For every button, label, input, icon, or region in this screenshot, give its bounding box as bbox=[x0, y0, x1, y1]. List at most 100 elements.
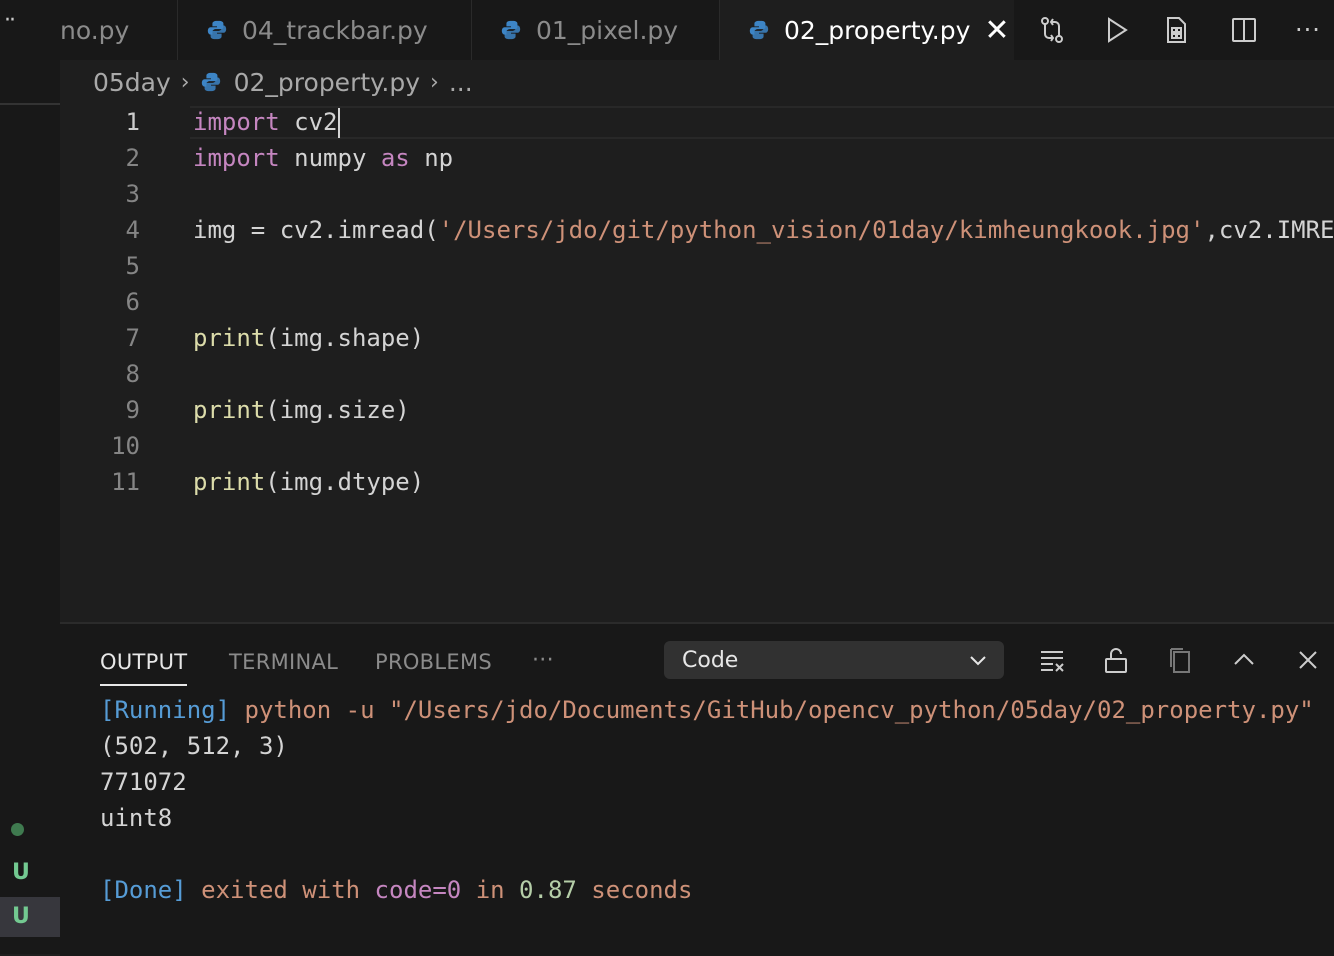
breadcrumb-file[interactable]: 02_property.py bbox=[200, 68, 420, 97]
code-token: print bbox=[193, 396, 266, 424]
code-token: (img.size) bbox=[265, 396, 410, 424]
code-token: ,cv2.IMRE bbox=[1204, 216, 1334, 244]
output-channel-select[interactable]: Code bbox=[664, 641, 1004, 679]
code-token: print bbox=[193, 324, 266, 352]
elapsed-time: 0.87 bbox=[519, 876, 577, 904]
code-text: print(img.dtype) bbox=[193, 464, 424, 500]
preview-file-icon[interactable] bbox=[1156, 10, 1196, 50]
line-number: 7 bbox=[125, 324, 140, 352]
exit-code: code=0 bbox=[374, 876, 462, 904]
chevron-right-icon: › bbox=[430, 69, 439, 95]
code-text: print(img.shape) bbox=[193, 320, 424, 356]
python-icon bbox=[501, 20, 521, 40]
text-cursor bbox=[337, 108, 340, 138]
code-line[interactable]: 11 print(img.dtype) bbox=[60, 464, 1334, 500]
tab-property-active[interactable]: 02_property.py ✕ bbox=[720, 0, 1014, 60]
compare-changes-icon[interactable] bbox=[1032, 10, 1072, 50]
sidebar-menu-icon[interactable]: ·· bbox=[4, 8, 16, 33]
python-icon bbox=[201, 72, 220, 92]
code-token: (img.shape) bbox=[265, 324, 425, 352]
line-number: 4 bbox=[125, 216, 140, 244]
tab-label: no.py bbox=[60, 15, 130, 45]
done-text: exited with bbox=[186, 876, 375, 904]
code-line[interactable]: 9 print(img.size) bbox=[60, 392, 1334, 428]
breadcrumb-file-label: 02_property.py bbox=[233, 67, 420, 97]
line-number: 9 bbox=[125, 396, 140, 424]
open-in-editor-icon[interactable] bbox=[1162, 642, 1198, 678]
breadcrumb: 05day › 02_property.py › ... bbox=[60, 60, 1334, 104]
tab-problems[interactable]: PROBLEMS bbox=[375, 650, 492, 674]
code-token: print bbox=[193, 468, 266, 496]
code-line[interactable]: 2 import numpy as np bbox=[60, 140, 1334, 176]
code-line[interactable]: 3 bbox=[60, 176, 1334, 212]
code-token: import bbox=[193, 144, 280, 172]
running-command: python -u "/Users/jdo/Documents/GitHub/o… bbox=[230, 696, 1314, 724]
close-panel-icon[interactable] bbox=[1290, 642, 1326, 678]
output-running-line: [Running] python -u "/Users/jdo/Document… bbox=[100, 692, 1314, 728]
line-number: 8 bbox=[125, 360, 140, 388]
line-number: 2 bbox=[125, 144, 140, 172]
line-number: 10 bbox=[111, 432, 140, 460]
clear-output-icon[interactable] bbox=[1034, 642, 1070, 678]
tab-label: 01_pixel.py bbox=[536, 15, 679, 45]
code-line[interactable]: 7 print(img.shape) bbox=[60, 320, 1334, 356]
code-token: cv2 bbox=[279, 108, 338, 136]
tab-output[interactable]: OUTPUT bbox=[100, 650, 188, 686]
code-line[interactable]: 10 bbox=[60, 428, 1334, 464]
line-number: 3 bbox=[125, 180, 140, 208]
more-actions-icon[interactable]: ··· bbox=[1288, 10, 1328, 50]
code-token: img = cv2.imread( bbox=[193, 216, 439, 244]
code-token: import bbox=[193, 108, 280, 136]
tab-terminal[interactable]: TERMINAL bbox=[229, 650, 338, 674]
output-line-dtype: uint8 bbox=[100, 804, 173, 832]
close-tab-icon[interactable]: ✕ bbox=[984, 13, 1009, 48]
code-token: (img.dtype) bbox=[265, 468, 425, 496]
breadcrumb-symbol[interactable]: ... bbox=[449, 68, 473, 97]
git-status-untracked-selected[interactable]: U bbox=[0, 897, 60, 937]
editor-tab-bar: no.py 04_trackbar.py 01_pixel.py 02_prop… bbox=[60, 0, 1334, 60]
tab-no-py[interactable]: no.py bbox=[60, 0, 178, 60]
output-line-size: 771072 bbox=[100, 768, 187, 796]
tab-pixel[interactable]: 01_pixel.py bbox=[472, 0, 720, 60]
code-token: numpy bbox=[279, 144, 381, 172]
status-dot-icon bbox=[11, 823, 24, 836]
breadcrumb-folder[interactable]: 05day bbox=[93, 68, 171, 97]
tab-label: 04_trackbar.py bbox=[242, 15, 428, 45]
python-icon bbox=[749, 20, 769, 40]
line-number: 11 bbox=[111, 468, 140, 496]
done-tag: [Done] bbox=[100, 876, 187, 904]
run-icon[interactable] bbox=[1096, 10, 1136, 50]
code-token: as bbox=[380, 144, 410, 172]
output-panel: OUTPUT TERMINAL PROBLEMS ··· Code [Runni… bbox=[60, 622, 1334, 956]
python-icon bbox=[207, 20, 227, 40]
code-line[interactable]: 1 import cv2 bbox=[60, 104, 1334, 140]
code-token: np bbox=[409, 144, 454, 172]
code-token: '/Users/jdo/git/python_vision/01day/kimh… bbox=[438, 216, 1205, 244]
code-line[interactable]: 6 bbox=[60, 284, 1334, 320]
tab-label: 02_property.py bbox=[784, 15, 971, 45]
output-channel-value: Code bbox=[682, 647, 739, 673]
code-editor[interactable]: 1 import cv2 2 import numpy as np 3 4 img = cv… bbox=[60, 104, 1334, 622]
code-text: print(img.size) bbox=[193, 392, 410, 428]
line-number: 5 bbox=[125, 252, 140, 280]
code-text: import numpy as np bbox=[193, 140, 453, 176]
line-number: 6 bbox=[125, 288, 140, 316]
tab-trackbar[interactable]: 04_trackbar.py bbox=[178, 0, 472, 60]
running-tag: [Running] bbox=[100, 696, 231, 724]
code-text: img = cv2.imread('/Users/jdo/git/python_… bbox=[193, 212, 1334, 248]
code-line[interactable]: 8 bbox=[60, 356, 1334, 392]
output-done-line: [Done] exited with code=0 in 0.87 second… bbox=[100, 872, 692, 908]
done-text: in bbox=[461, 876, 520, 904]
maximize-panel-icon[interactable] bbox=[1226, 642, 1262, 678]
chevron-right-icon: › bbox=[180, 69, 190, 95]
split-editor-icon[interactable] bbox=[1224, 10, 1264, 50]
git-status-untracked[interactable]: U bbox=[12, 860, 30, 885]
code-text: import cv2 bbox=[193, 104, 340, 140]
panel-more-icon[interactable]: ··· bbox=[532, 648, 554, 673]
activity-sidebar: ·· U U bbox=[0, 0, 60, 954]
code-line[interactable]: 5 bbox=[60, 248, 1334, 284]
code-line[interactable]: 4 img = cv2.imread('/Users/jdo/git/python… bbox=[60, 212, 1334, 248]
sidebar-divider bbox=[0, 103, 60, 105]
unlock-scroll-icon[interactable] bbox=[1098, 642, 1134, 678]
chevron-down-icon bbox=[970, 656, 986, 666]
